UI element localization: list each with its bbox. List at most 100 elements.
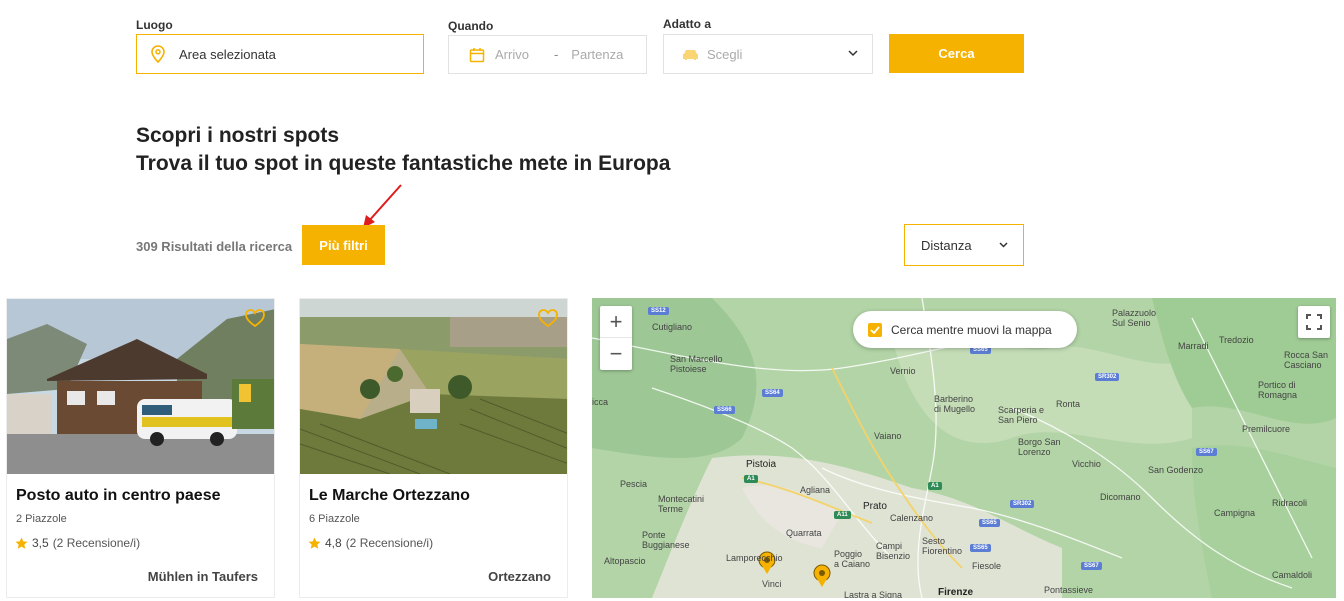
- map-place-label: Vicchio: [1072, 459, 1101, 469]
- map-place-label: Prato: [863, 501, 887, 512]
- departure-input[interactable]: Partenza: [571, 47, 623, 62]
- road-shield: SR302: [1095, 373, 1120, 381]
- map-place-label: Ronta: [1056, 399, 1081, 409]
- review-count: (2 Recensione/i): [345, 536, 434, 550]
- map-place-label: Vinci: [762, 579, 782, 589]
- map-place-label: Lastra a Signa: [844, 590, 903, 598]
- chevron-down-icon: [999, 242, 1008, 248]
- road-shield: A1: [744, 475, 758, 483]
- card-title[interactable]: Posto auto in centro paese: [16, 487, 220, 505]
- map-place-label: icca: [592, 397, 609, 407]
- date-range-field[interactable]: Arrivo - Partenza: [448, 35, 647, 74]
- rating-value: 4,8: [325, 536, 342, 550]
- road-shield: A1: [928, 482, 942, 490]
- suited-label: Adatto a: [663, 17, 711, 31]
- calendar-icon: [469, 47, 485, 62]
- card-title[interactable]: Le Marche Ortezzano: [309, 487, 470, 505]
- map-place-label: Calenzano: [890, 513, 934, 523]
- vehicle-select[interactable]: Scegli: [663, 34, 873, 74]
- road-shield: SS67: [1081, 562, 1102, 570]
- map-place-label: Palazzuolo Sul Senio: [1112, 308, 1157, 328]
- road-shield: A11: [834, 511, 851, 519]
- map-place-label: Scarperia e San Piero: [998, 405, 1045, 425]
- road-shield: SS67: [1196, 448, 1217, 456]
- road-shield: SS65: [979, 519, 1000, 527]
- card-location: Ortezzano: [480, 564, 559, 589]
- map-place-label: San Marcello Pistoiese: [670, 354, 723, 374]
- map-place-label: Pistoia: [746, 459, 777, 470]
- zoom-out-button[interactable]: −: [600, 338, 632, 370]
- map-place-label: Agliana: [800, 485, 831, 495]
- star-icon: [308, 537, 321, 549]
- spot-photo: [300, 299, 567, 474]
- map-place-label: Portico di Romagna: [1258, 380, 1298, 400]
- map-place-label: Borgo San Lorenzo: [1018, 437, 1061, 457]
- card-pitches: 2 Piazzole: [16, 513, 67, 525]
- map-place-label: Pontassieve: [1044, 585, 1094, 595]
- map-place-label: Campi Bisenzio: [876, 541, 911, 561]
- road-shield: SR302: [1010, 500, 1035, 508]
- favorite-heart-icon[interactable]: [537, 307, 559, 329]
- annotation-arrow: [363, 184, 402, 228]
- road-shield: SS12: [648, 307, 669, 315]
- map-place-label: Cutigliano: [652, 322, 693, 332]
- review-count: (2 Recensione/i): [52, 536, 141, 550]
- date-separator: -: [553, 47, 559, 62]
- results-count: 309 Risultati della ricerca: [136, 239, 293, 254]
- road-shield: SS65: [970, 544, 991, 552]
- vehicle-value: Scegli: [707, 46, 743, 62]
- map-place-label: Fiesole: [972, 561, 1002, 571]
- map-place-label: Firenze: [938, 587, 974, 598]
- map-place-label: Campigna: [1214, 508, 1256, 518]
- place-input[interactable]: Area selezionata: [136, 34, 424, 74]
- map-place-label: Montecatini Terme: [658, 494, 705, 514]
- checkbox-checked-icon[interactable]: [868, 322, 882, 337]
- page-title: Scopri i nostri spots: [136, 124, 340, 147]
- search-while-moving-label: Cerca mentre muovi la mappa: [891, 322, 1052, 337]
- chevron-down-icon: [848, 50, 858, 57]
- more-filters-button[interactable]: Più filtri: [302, 225, 385, 265]
- search-button[interactable]: Cerca: [889, 34, 1024, 73]
- place-label: Luogo: [136, 18, 173, 32]
- map-place-label: Quarrata: [786, 528, 822, 538]
- rating-value: 3,5: [32, 536, 49, 550]
- road-shield: SS66: [714, 406, 735, 414]
- spot-photo: [7, 299, 274, 474]
- fullscreen-button[interactable]: [1298, 306, 1330, 338]
- search-while-moving-toggle[interactable]: Cerca mentre muovi la mappa: [853, 311, 1077, 348]
- arrival-input[interactable]: Arrivo: [495, 47, 529, 62]
- page-subtitle: Trova il tuo spot in queste fantastiche …: [136, 152, 671, 175]
- map-place-label: Rocca San Casciano: [1284, 350, 1329, 370]
- map-place-label: Altopascio: [604, 556, 646, 566]
- map-place-label: Sesto Fiorentino: [922, 536, 963, 556]
- zoom-in-button[interactable]: +: [600, 306, 632, 338]
- road-shield: SS64: [762, 389, 783, 397]
- location-pin-icon: [151, 45, 165, 63]
- sort-select[interactable]: Distanza: [904, 224, 1024, 266]
- when-label: Quando: [448, 19, 494, 33]
- map-place-label: Pescia: [620, 479, 648, 489]
- sort-value: Distanza: [921, 237, 972, 253]
- place-value: Area selezionata: [179, 46, 276, 62]
- spot-card[interactable]: Mühlen in Taufers Posto auto in centro p…: [6, 298, 275, 598]
- map-view[interactable]: Cutigliano San Marcello Pistoiese icca V…: [592, 298, 1336, 598]
- card-location: Mühlen in Taufers: [139, 564, 266, 589]
- card-rating: 3,5 (2 Recensione/i): [15, 536, 140, 550]
- map-place-label: Vernio: [890, 366, 916, 376]
- map-place-label: Marradi: [1178, 341, 1209, 351]
- fullscreen-icon: [1306, 314, 1322, 330]
- map-place-label: Tredozio: [1219, 335, 1254, 345]
- map-place-label: Ponte Buggianese: [642, 530, 690, 550]
- map-place-label: Dicomano: [1100, 492, 1141, 502]
- star-icon: [15, 537, 28, 549]
- zoom-controls: + −: [600, 306, 632, 370]
- map-place-label: Ridracoli: [1272, 498, 1308, 508]
- map-place-label: Poggio a Caiano: [834, 549, 871, 569]
- map-place-label: Premilcuore: [1242, 424, 1291, 434]
- map-place-label: Camaldoli: [1272, 570, 1313, 580]
- card-rating: 4,8 (2 Recensione/i): [308, 536, 433, 550]
- favorite-heart-icon[interactable]: [244, 307, 266, 329]
- map-place-label: Lamporecchio: [726, 553, 783, 563]
- map-place-label: Vaiano: [874, 431, 902, 441]
- spot-card[interactable]: Ortezzano Le Marche Ortezzano 6 Piazzole…: [299, 298, 568, 598]
